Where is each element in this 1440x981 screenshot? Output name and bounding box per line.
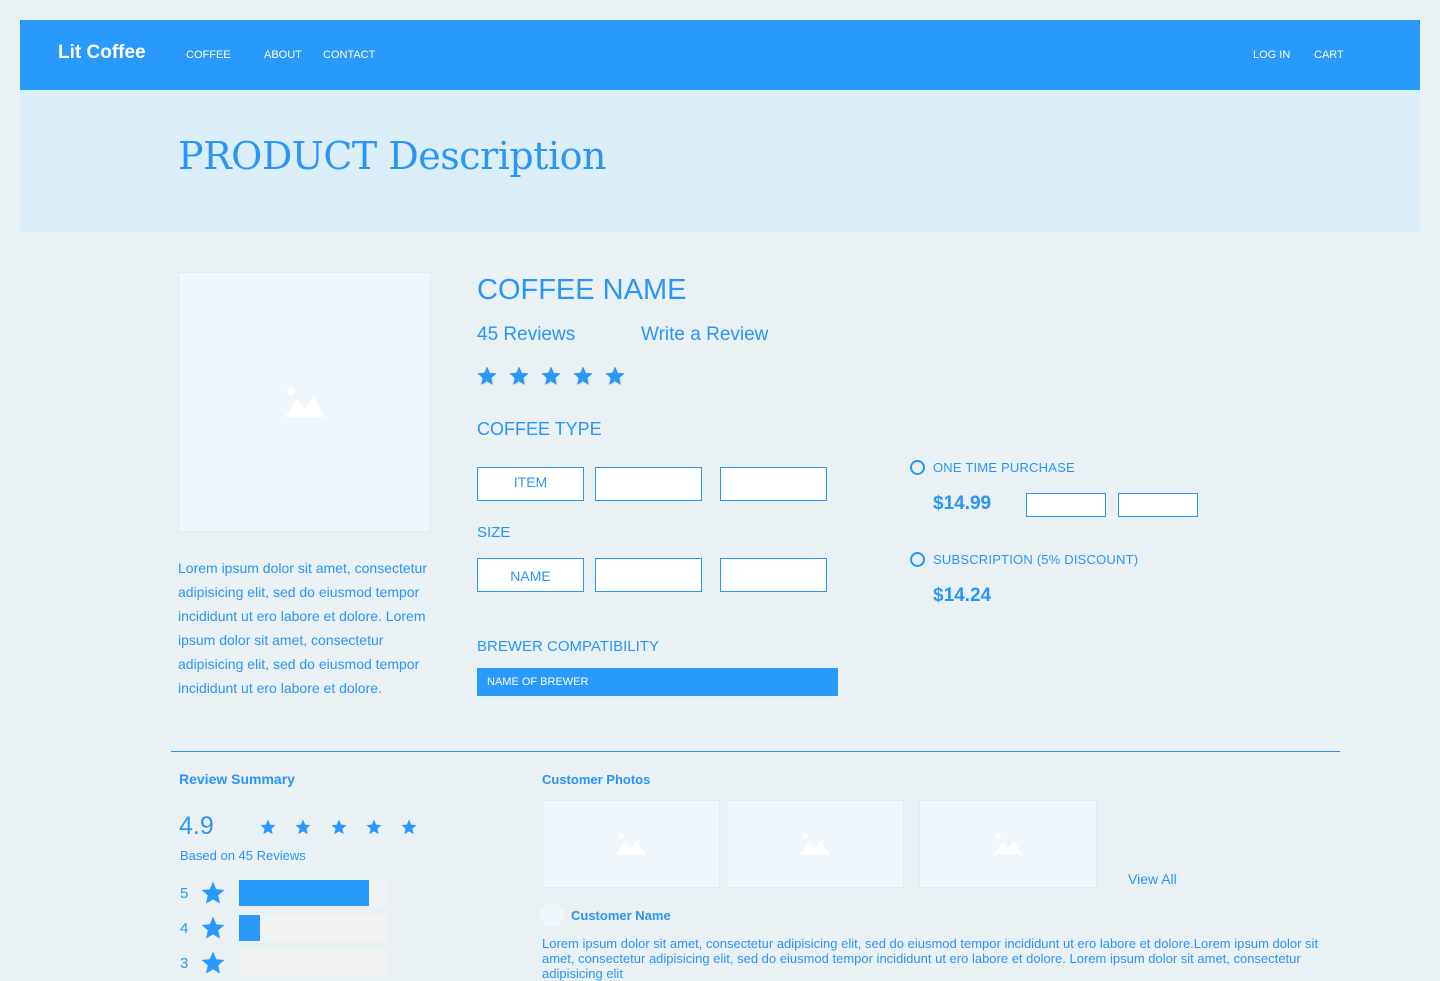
- customer-photo[interactable]: [542, 800, 720, 888]
- hero-banner: PRODUCT Description: [20, 90, 1420, 232]
- rating-bar-fill: [239, 915, 260, 941]
- product-image: [178, 272, 431, 532]
- nav-link-login[interactable]: LOG IN: [1253, 49, 1290, 61]
- top-nav: Lit Coffee COFFEE ABOUT CONTACT LOG IN C…: [20, 20, 1420, 90]
- customer-name: Customer Name: [571, 908, 671, 923]
- image-placeholder-icon: [993, 833, 1023, 855]
- star-icon: [605, 366, 625, 385]
- coffee-type-option[interactable]: [595, 467, 702, 501]
- view-all-photos-link[interactable]: View All: [1128, 871, 1177, 887]
- product-description: Lorem ipsum dolor sit amet, consectetur …: [178, 560, 427, 696]
- rating-bar-track: [239, 880, 388, 906]
- star-icon: [201, 881, 225, 904]
- rating-row-label: 5: [180, 885, 189, 902]
- brand-logo[interactable]: Lit Coffee: [58, 42, 146, 64]
- star-icon: [541, 366, 561, 385]
- size-option[interactable]: NAME: [477, 558, 584, 592]
- size-label: SIZE: [477, 524, 511, 541]
- star-icon: [509, 366, 529, 385]
- coffee-type-label: COFFEE TYPE: [477, 419, 602, 439]
- one-time-price: $14.99: [933, 493, 992, 514]
- write-review-link[interactable]: Write a Review: [641, 324, 768, 346]
- customer-photo[interactable]: [726, 800, 904, 888]
- brewer-select[interactable]: NAME OF BREWER: [477, 668, 838, 696]
- image-placeholder-icon: [284, 387, 325, 417]
- nav-link-coffee[interactable]: COFFEE: [186, 49, 231, 61]
- quantity-box[interactable]: [1026, 493, 1106, 517]
- star-icon: [295, 819, 311, 835]
- subscription-radio[interactable]: [910, 552, 925, 567]
- rating-bar-fill: [239, 880, 369, 906]
- one-time-purchase-radio[interactable]: [910, 460, 925, 475]
- review-text: Lorem ipsum dolor sit amet, consectetur …: [542, 936, 1319, 981]
- frequency-box[interactable]: [1118, 493, 1198, 517]
- rating-breakdown-row[interactable]: 4: [180, 914, 390, 942]
- star-icon: [260, 819, 276, 835]
- product-name: COFFEE NAME: [477, 274, 687, 306]
- rating-bar-track: [239, 915, 388, 941]
- star-icon: [331, 819, 347, 835]
- section-divider: [171, 751, 1340, 752]
- rating-breakdown-row[interactable]: 5: [180, 879, 390, 907]
- size-option[interactable]: [720, 558, 827, 592]
- coffee-type-option[interactable]: ITEM: [477, 467, 584, 501]
- image-placeholder-icon: [616, 833, 646, 855]
- star-icon: [201, 951, 225, 974]
- star-icon: [401, 819, 417, 835]
- rating-row-label: 4: [180, 920, 189, 937]
- star-icon: [477, 366, 497, 385]
- star-icon: [201, 916, 225, 939]
- rating-breakdown-row[interactable]: 3: [180, 949, 390, 977]
- brewer-compatibility-label: BREWER COMPATIBILITY: [477, 638, 659, 655]
- nav-link-about[interactable]: ABOUT: [264, 49, 302, 61]
- coffee-type-option[interactable]: [720, 467, 827, 501]
- customer-photo[interactable]: [919, 800, 1097, 888]
- avatar: [540, 903, 564, 927]
- subscription-price: $14.24: [933, 585, 992, 606]
- star-icon: [573, 366, 593, 385]
- image-placeholder-icon: [800, 833, 830, 855]
- rating-bar-track: [239, 950, 388, 976]
- star-icon: [366, 819, 382, 835]
- based-on-reviews: Based on 45 Reviews: [180, 848, 306, 863]
- subscription-label: SUBSCRIPTION (5% DISCOUNT): [933, 552, 1139, 567]
- nav-link-contact[interactable]: CONTACT: [323, 49, 375, 61]
- one-time-purchase-label: ONE TIME PURCHASE: [933, 460, 1075, 475]
- reviews-count-link[interactable]: 45 Reviews: [477, 324, 575, 346]
- nav-link-cart[interactable]: CART: [1314, 49, 1344, 61]
- page-title: PRODUCT Description: [178, 134, 606, 178]
- rating-row-label: 3: [180, 955, 189, 972]
- average-rating: 4.9: [179, 812, 214, 840]
- customer-photos-title: Customer Photos: [542, 772, 651, 787]
- review-summary-title: Review Summary: [179, 771, 295, 787]
- size-option[interactable]: [595, 558, 702, 592]
